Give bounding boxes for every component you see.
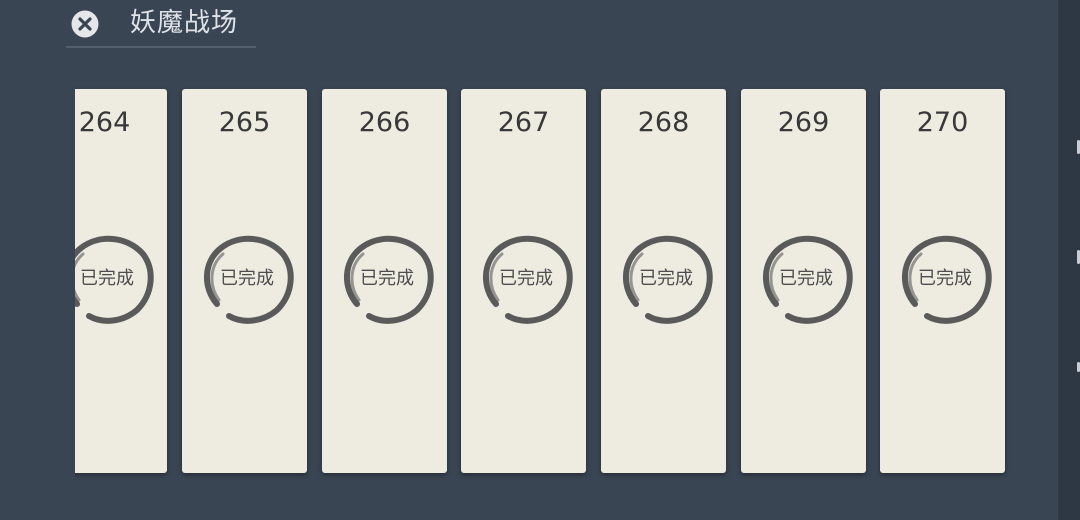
stage-card[interactable]: 269 已完成 — [741, 89, 866, 473]
completed-label: 已完成 — [220, 268, 274, 289]
completed-stamp: 已完成 — [337, 230, 437, 330]
stage-number: 265 — [218, 107, 271, 138]
completed-stamp: 已完成 — [197, 230, 297, 330]
completed-label: 已完成 — [779, 268, 833, 289]
stage-card[interactable]: 267 已完成 — [461, 89, 586, 473]
header: 妖魔战场 — [66, 0, 256, 48]
completed-label: 已完成 — [918, 268, 972, 289]
stage-number: 268 — [637, 107, 690, 138]
stage-number: 270 — [916, 107, 969, 138]
completed-stamp: 已完成 — [616, 230, 716, 330]
completed-stamp: 已完成 — [756, 230, 856, 330]
completed-stamp: 已完成 — [476, 230, 576, 330]
completed-label: 已完成 — [360, 268, 414, 289]
stage-card[interactable]: 264 已完成 — [75, 89, 167, 473]
close-icon[interactable] — [70, 9, 100, 39]
stage-card[interactable]: 270 已完成 — [880, 89, 1005, 473]
stage-number: 264 — [78, 107, 131, 138]
completed-label: 已完成 — [80, 268, 134, 289]
stage-number: 269 — [777, 107, 830, 138]
stage-carousel[interactable]: 264 已完成 265 已完成 266 已完成 267 已完成 268 已完成 … — [75, 80, 1020, 490]
completed-stamp: 已完成 — [895, 230, 995, 330]
completed-stamp: 已完成 — [75, 230, 157, 330]
completed-label: 已完成 — [499, 268, 553, 289]
stage-card[interactable]: 268 已完成 — [601, 89, 726, 473]
stage-card[interactable]: 266 已完成 — [322, 89, 447, 473]
stage-number: 267 — [497, 107, 550, 138]
page-title: 妖魔战场 — [130, 8, 239, 38]
stage-number: 266 — [358, 107, 411, 138]
stage-card[interactable]: 265 已完成 — [182, 89, 307, 473]
completed-label: 已完成 — [639, 268, 693, 289]
